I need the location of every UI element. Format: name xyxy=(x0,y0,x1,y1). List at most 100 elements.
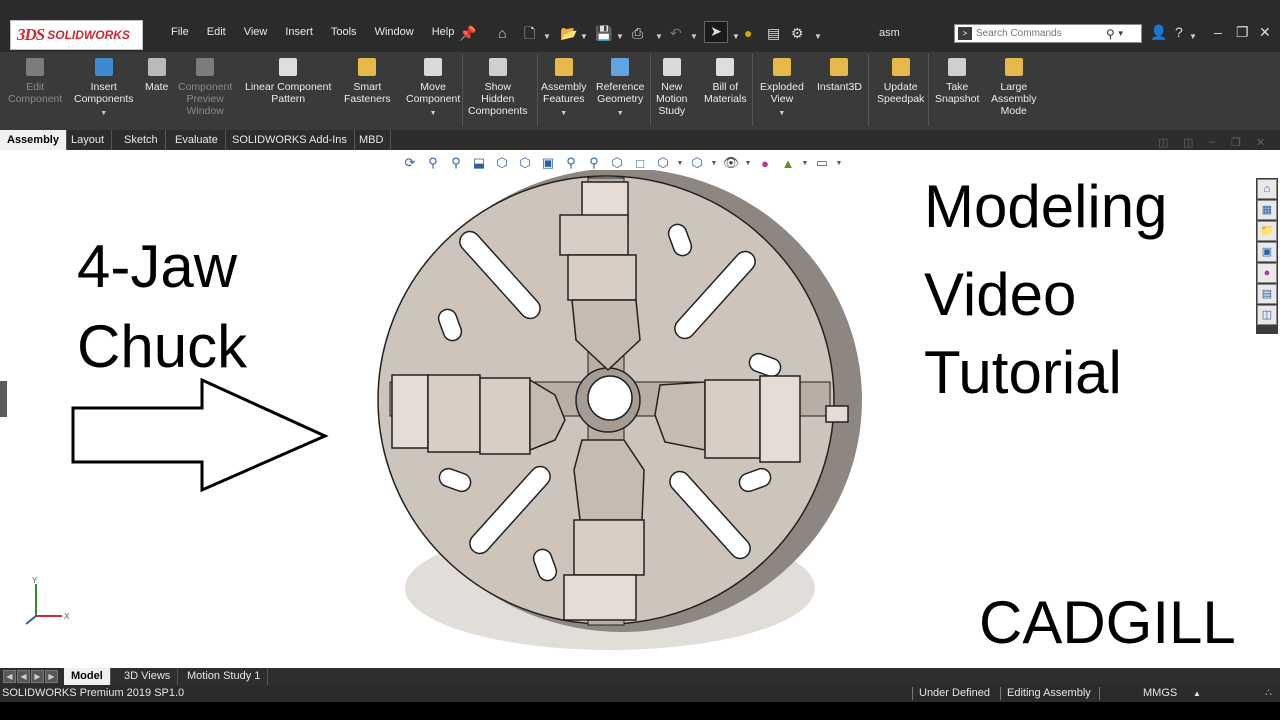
viewport-close-icon[interactable]: ✕ xyxy=(1256,136,1265,149)
home-icon[interactable]: ⌂ xyxy=(498,24,506,42)
undo-dropdown-icon[interactable]: ▼ xyxy=(690,28,698,46)
speedpak-icon xyxy=(891,58,910,76)
menu-window[interactable]: Window xyxy=(366,25,423,39)
solidworks-resources-icon[interactable]: ⌂ xyxy=(1257,179,1277,199)
save-dropdown-icon[interactable]: ▼ xyxy=(616,28,624,46)
minimize-icon[interactable]: – xyxy=(1214,24,1222,40)
search-dropdown-icon[interactable]: ▼ xyxy=(1117,29,1125,38)
tab-sketch[interactable]: Sketch xyxy=(117,130,166,150)
status-bar: SOLIDWORKS Premium 2019 SP1.0 Under Defi… xyxy=(0,685,1280,702)
rebuild-icon[interactable]: ● xyxy=(744,24,752,42)
file-explorer-icon[interactable]: 📁 xyxy=(1257,221,1277,241)
tab-3d-views[interactable]: 3D Views xyxy=(117,668,179,685)
large-assembly-icon xyxy=(1004,58,1023,76)
menu-help[interactable]: Help xyxy=(423,25,464,39)
open-icon[interactable]: 📂 xyxy=(560,24,577,42)
tab-evaluate[interactable]: Evaluate xyxy=(168,130,226,150)
component-preview-button[interactable]: Component Preview Window xyxy=(178,58,232,117)
tool-dropdown-icon[interactable]: ▼ xyxy=(541,108,587,120)
assembly-features-button[interactable]: Assembly Features ▼ xyxy=(541,58,587,120)
select-cursor-icon[interactable]: ➤ xyxy=(704,21,728,43)
feature-manager-flyout-handle[interactable] xyxy=(0,381,7,417)
tool-dropdown-icon[interactable]: ▼ xyxy=(406,108,460,120)
snapshot-button[interactable]: Take Snapshot xyxy=(935,58,979,105)
motion-study-button[interactable]: New Motion Study xyxy=(656,58,688,117)
viewport-minimize-icon[interactable]: – xyxy=(1209,136,1215,148)
select-dropdown-icon[interactable]: ▼ xyxy=(732,28,740,46)
move-component-button[interactable]: Move Component ▼ xyxy=(406,58,460,120)
jaw-bottom xyxy=(563,439,645,621)
reference-geometry-button[interactable]: Reference Geometry ▼ xyxy=(596,58,644,120)
tab-model[interactable]: Model xyxy=(64,668,111,685)
tab-mbd[interactable]: MBD xyxy=(352,130,392,150)
solidworks-logo[interactable]: 3DS SOLIDWORKS xyxy=(10,20,143,50)
tool-dropdown-icon[interactable]: ▼ xyxy=(760,108,804,120)
insert-components-button[interactable]: Insert Components ▼ xyxy=(74,58,134,120)
forum-icon[interactable]: ◫ xyxy=(1257,305,1277,325)
search-commands-box[interactable]: > ⚲ ▼ xyxy=(954,24,1142,43)
mate-button[interactable]: Mate xyxy=(145,58,168,93)
last-tab-icon[interactable]: ▶ xyxy=(45,670,58,683)
open-dropdown-icon[interactable]: ▼ xyxy=(580,28,588,46)
prev-tab-icon[interactable]: ◀ xyxy=(17,670,30,683)
edit-component-button[interactable]: Edit Component xyxy=(8,58,62,105)
help-icon[interactable]: ? xyxy=(1175,24,1183,40)
menu-tools[interactable]: Tools xyxy=(322,25,366,39)
print-icon[interactable]: ⎙ xyxy=(632,24,643,42)
view-palette-icon[interactable]: ▣ xyxy=(1257,242,1277,262)
tab-motion-study-1[interactable]: Motion Study 1 xyxy=(180,668,269,685)
viewport-tile-left-icon[interactable]: ◫ xyxy=(1158,136,1168,149)
first-tab-icon[interactable]: ◀ xyxy=(3,670,16,683)
close-icon[interactable]: ✕ xyxy=(1259,24,1271,41)
file-properties-icon[interactable]: ▤ xyxy=(767,24,780,42)
next-tab-icon[interactable]: ▶ xyxy=(31,670,44,683)
instant3d-button[interactable]: Instant3D xyxy=(817,58,862,93)
tool-dropdown-icon[interactable]: ▼ xyxy=(74,108,134,120)
menu-file[interactable]: File xyxy=(162,25,198,39)
save-icon[interactable]: 💾 xyxy=(595,24,612,42)
undo-icon[interactable]: ↶ xyxy=(670,24,682,42)
tab-assembly[interactable]: Assembly xyxy=(0,130,67,150)
design-library-icon[interactable]: ▦ xyxy=(1257,200,1277,220)
tool-dropdown-icon[interactable]: ▼ xyxy=(596,108,644,120)
command-search-icon: > xyxy=(958,27,972,40)
four-jaw-chuck-model[interactable] xyxy=(360,170,880,668)
status-divider xyxy=(912,687,913,700)
options-gear-icon[interactable]: ⚙ xyxy=(791,24,804,42)
help-dropdown-icon[interactable]: ▼ xyxy=(1189,28,1197,46)
menu-insert[interactable]: Insert xyxy=(276,25,322,39)
menu-edit[interactable]: Edit xyxy=(198,25,235,39)
restore-icon[interactable]: ❐ xyxy=(1236,24,1249,41)
tab-solidworks-add-ins[interactable]: SOLIDWORKS Add-Ins xyxy=(225,130,355,150)
new-dropdown-icon[interactable]: ▼ xyxy=(543,28,551,46)
tab-layout[interactable]: Layout xyxy=(64,130,113,150)
appearances-icon[interactable]: ● xyxy=(1257,263,1277,283)
smart-fasteners-button[interactable]: Smart Fasteners xyxy=(344,58,391,105)
tool-label: Smart Fasteners xyxy=(344,81,391,105)
graphics-area[interactable]: ⟳ ⚲ ⚲ ⬓ ⬡ ⬡ ▣ ⚲ ⚲ ⬡ □ ⬡ ▼ ⬡ ▼ 👁 ▼ ● ▲ ▼ … xyxy=(0,136,1280,668)
new-document-icon[interactable]: 🗋 xyxy=(524,24,535,42)
search-input[interactable] xyxy=(976,28,1106,39)
tool-label: Large Assembly Mode xyxy=(991,81,1037,117)
chuck-centre-hole xyxy=(587,375,633,421)
linear-pattern-button[interactable]: Linear Component Pattern xyxy=(245,58,331,105)
units-dropdown-icon[interactable]: ▲ xyxy=(1193,685,1201,702)
print-dropdown-icon[interactable]: ▼ xyxy=(655,28,663,46)
custom-properties-icon[interactable]: ▤ xyxy=(1257,284,1277,304)
show-hidden-button[interactable]: Show Hidden Components xyxy=(468,58,528,117)
motion-study-icon xyxy=(662,58,681,76)
large-assembly-button[interactable]: Large Assembly Mode xyxy=(991,58,1037,117)
user-account-icon[interactable]: 👤 xyxy=(1150,24,1167,41)
exploded-view-button[interactable]: Exploded View ▼ xyxy=(760,58,804,120)
options-dropdown-icon[interactable]: ▼ xyxy=(814,28,822,46)
unit-system[interactable]: MMGS xyxy=(1143,685,1177,702)
viewport-tile-right-icon[interactable]: ◫ xyxy=(1183,136,1193,149)
viewport-restore-icon[interactable]: ❐ xyxy=(1231,136,1241,149)
editing-mode: Editing Assembly xyxy=(1007,687,1091,699)
document-name: asm xyxy=(879,27,900,39)
pin-icon[interactable]: 📌 xyxy=(459,24,476,42)
menu-view[interactable]: View xyxy=(235,25,277,39)
search-icon[interactable]: ⚲ xyxy=(1106,27,1115,41)
speedpak-button[interactable]: Update Speedpak xyxy=(877,58,924,105)
bill-of-materials-button[interactable]: Bill of Materials xyxy=(704,58,747,105)
